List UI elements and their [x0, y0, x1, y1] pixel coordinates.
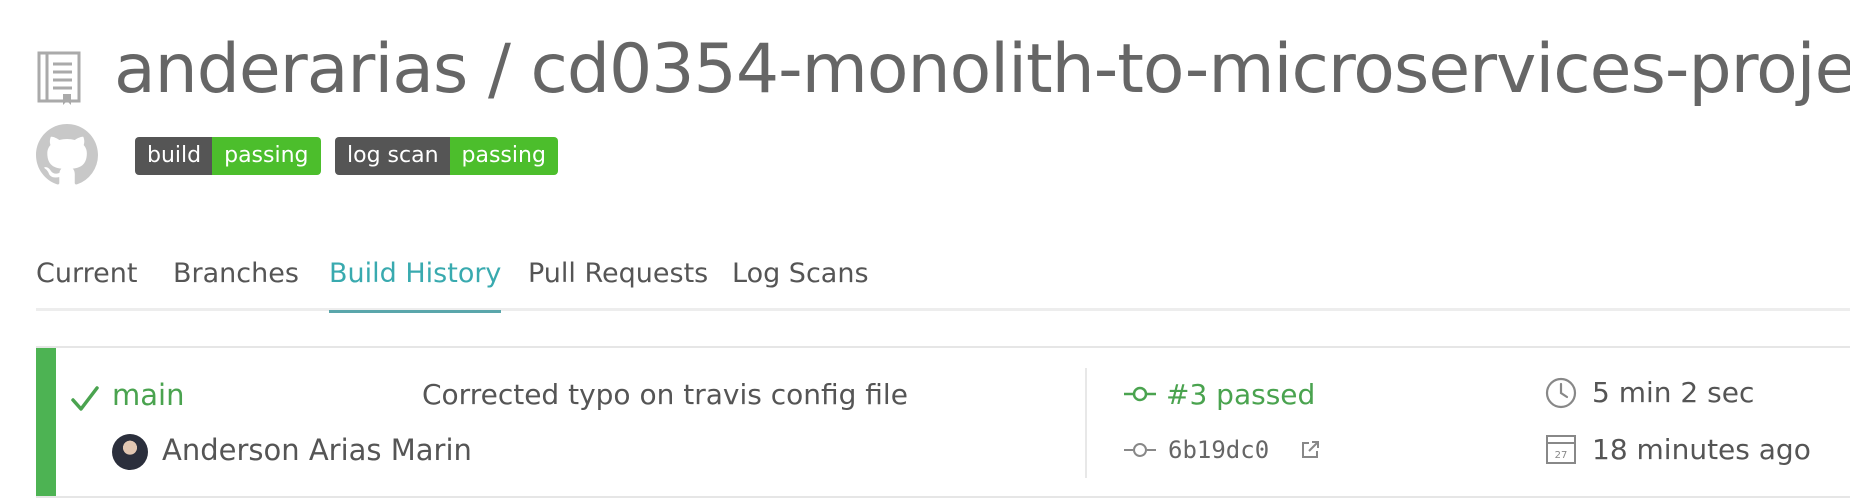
badge-status: passing — [212, 137, 321, 175]
tabs-divider — [36, 308, 1850, 311]
build-duration: 5 min 2 sec — [1592, 376, 1755, 409]
badge-label: log scan — [335, 137, 450, 175]
clock-icon — [1545, 377, 1577, 409]
build-status-bar — [36, 348, 56, 496]
avatar — [112, 434, 148, 470]
calendar-icon: 27 — [1546, 435, 1576, 464]
build-row[interactable]: main Anderson Arias Marin Corrected typo… — [36, 346, 1850, 498]
repo-title[interactable]: anderarias / cd0354-monolith-to-microser… — [114, 30, 1850, 110]
tab-current[interactable]: Current — [36, 252, 137, 296]
commit-sha[interactable]: 6b19dc0 — [1168, 428, 1269, 472]
branch-name[interactable]: main — [112, 374, 184, 416]
build-finished-time: 18 minutes ago — [1592, 433, 1811, 466]
tab-branches[interactable]: Branches — [173, 252, 299, 296]
commit-message[interactable]: Corrected typo on travis config file — [422, 374, 908, 416]
calendar-day: 27 — [1555, 450, 1568, 461]
book-icon — [37, 51, 81, 105]
tab-build-history[interactable]: Build History — [329, 252, 502, 313]
commit-author: Anderson Arias Marin — [162, 433, 472, 467]
badge-status: passing — [449, 137, 558, 175]
badge-label: build — [135, 137, 213, 175]
github-icon[interactable] — [36, 124, 98, 186]
check-icon — [71, 386, 99, 411]
build-number[interactable]: #3 passed — [1166, 374, 1315, 416]
tab-pull-requests[interactable]: Pull Requests — [528, 252, 708, 296]
log-scan-badge[interactable]: log scan passing — [335, 137, 558, 175]
external-link-icon[interactable] — [1300, 440, 1320, 460]
repo-tabs: Current Branches Build History Pull Requ… — [36, 252, 1850, 313]
build-status-badge[interactable]: build passing — [135, 137, 321, 175]
commit-icon — [1124, 386, 1156, 402]
commit-icon — [1124, 443, 1156, 457]
tab-log-scans[interactable]: Log Scans — [732, 252, 869, 296]
row-divider — [1085, 368, 1087, 478]
